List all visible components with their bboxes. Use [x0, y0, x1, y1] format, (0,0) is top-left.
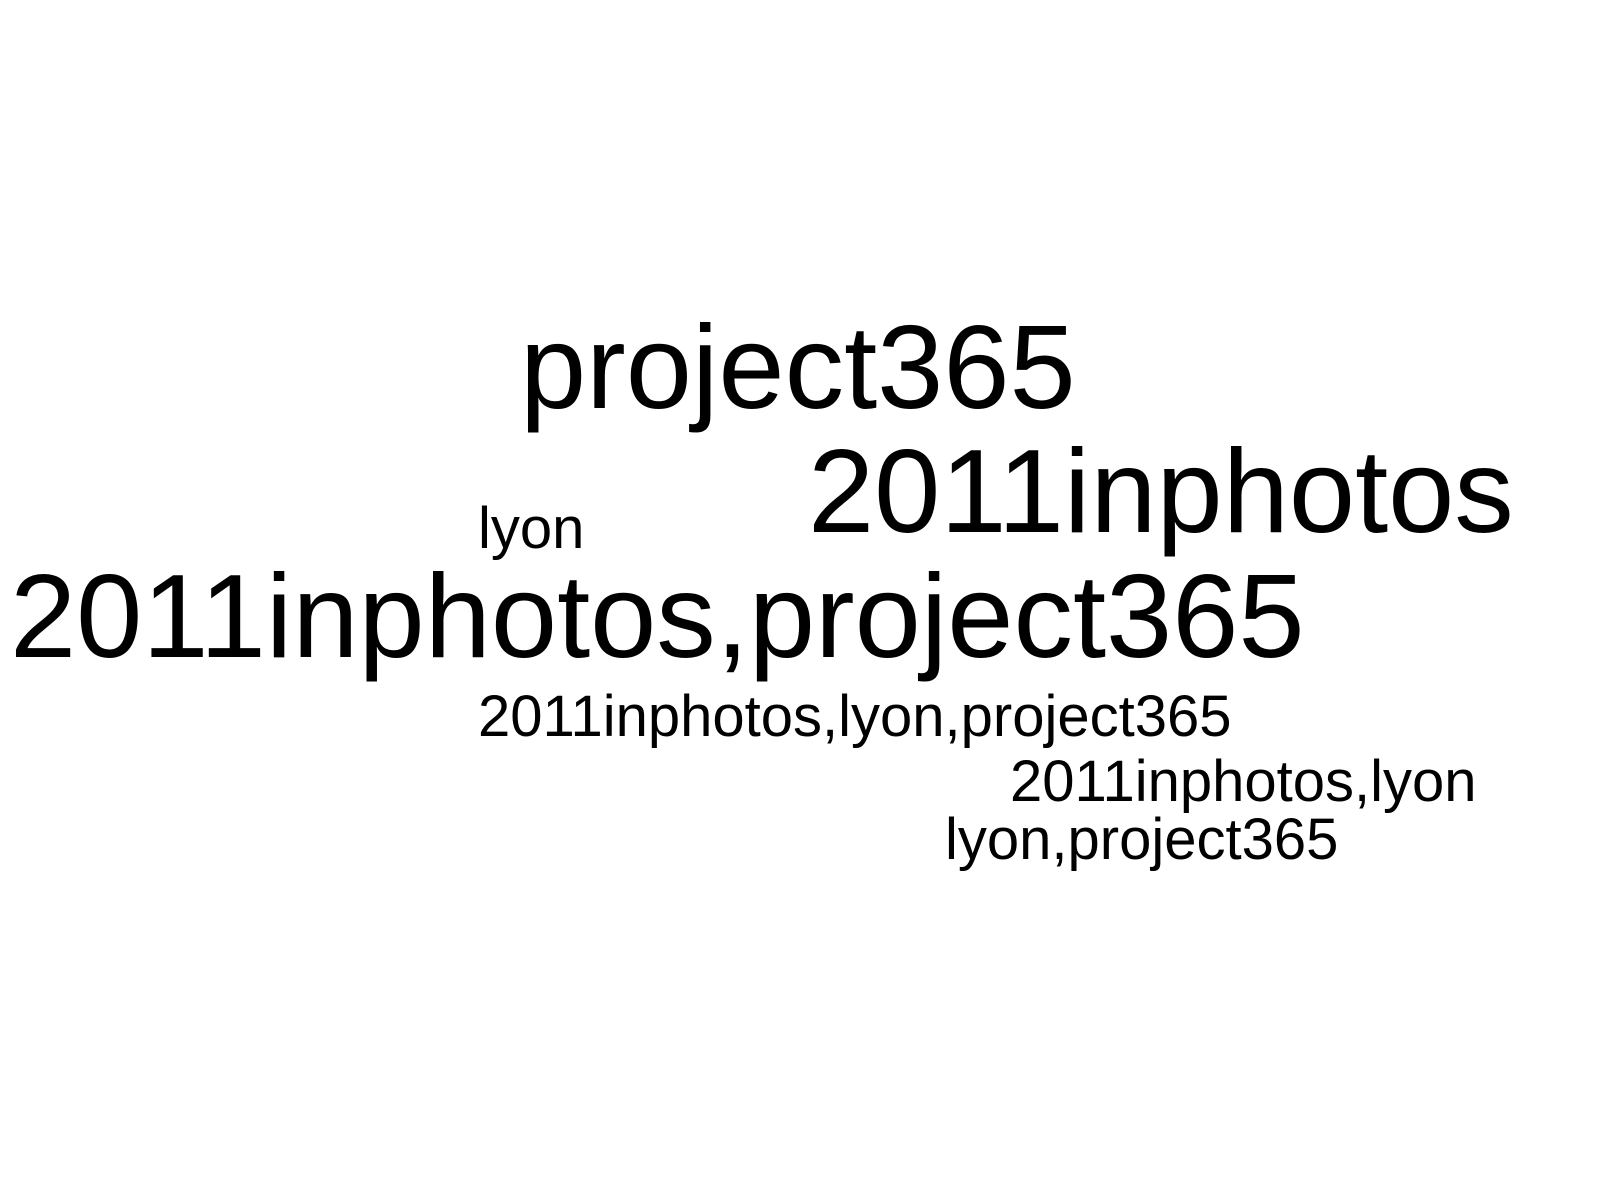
tag-word-project365: project365	[520, 301, 1076, 434]
tag-word-2011inphotos: 2011inphotos	[808, 425, 1514, 558]
tag-word-lyon-project365: lyon,project365	[945, 807, 1339, 872]
tag-cloud: project365 2011inphotos lyon 2011inphoto…	[0, 0, 1600, 1200]
tag-word-2011inphotos-lyon-project365: 2011inphotos,lyon,project365	[478, 684, 1232, 749]
tag-word-2011inphotos-lyon: 2011inphotos,lyon	[1010, 749, 1477, 814]
tag-word-2011inphotos-project365: 2011inphotos,project365	[10, 550, 1305, 683]
